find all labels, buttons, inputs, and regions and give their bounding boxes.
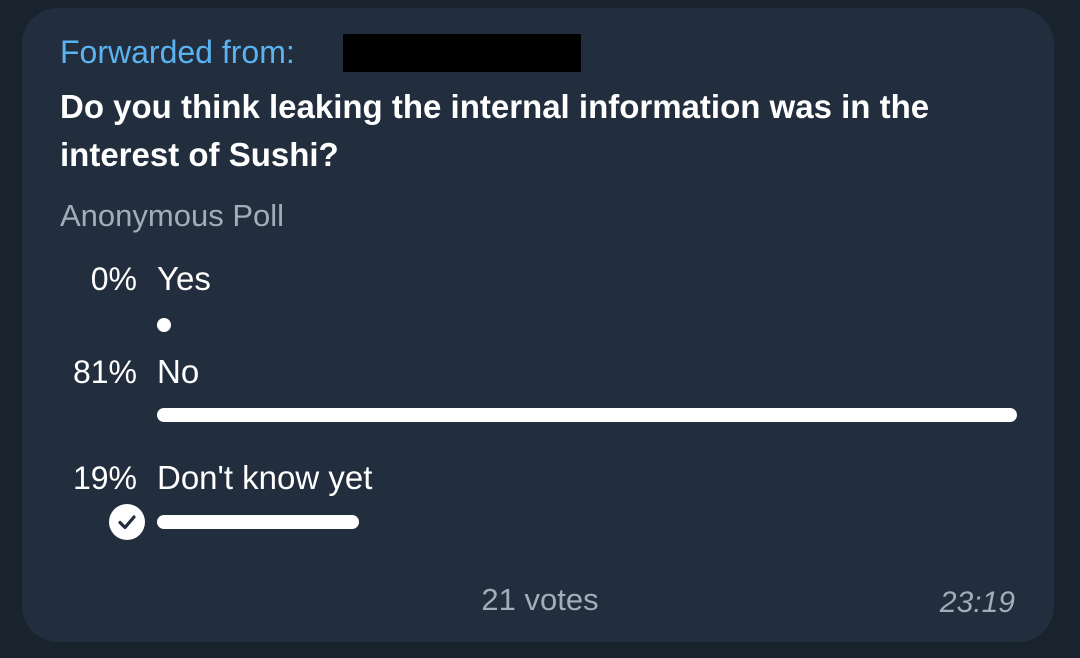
- option-percent-yes: 0%: [90, 261, 137, 297]
- option-bar-no: [157, 408, 1017, 422]
- poll-type-label: Anonymous Poll: [60, 198, 285, 233]
- option-label-no[interactable]: No: [157, 352, 199, 392]
- option-percent-no: 81%: [72, 354, 137, 390]
- check-circle-icon: [109, 504, 145, 540]
- option-bar-dont-know-yet: [157, 515, 359, 529]
- message-timestamp: 23:19: [939, 586, 1015, 619]
- forwarded-label: Forwarded from:: [60, 34, 295, 70]
- poll-question: Do you think leaking the internal inform…: [60, 88, 930, 173]
- option-bar-yes: [157, 318, 171, 332]
- redacted-source-name[interactable]: [343, 34, 581, 72]
- option-label-yes[interactable]: Yes: [157, 259, 211, 299]
- option-percent-dont-know-yet: 19%: [72, 460, 137, 496]
- vote-count[interactable]: 21 votes: [0, 580, 1080, 620]
- option-label-dont-know-yet[interactable]: Don't know yet: [157, 458, 372, 498]
- checkmark-icon: [118, 515, 136, 530]
